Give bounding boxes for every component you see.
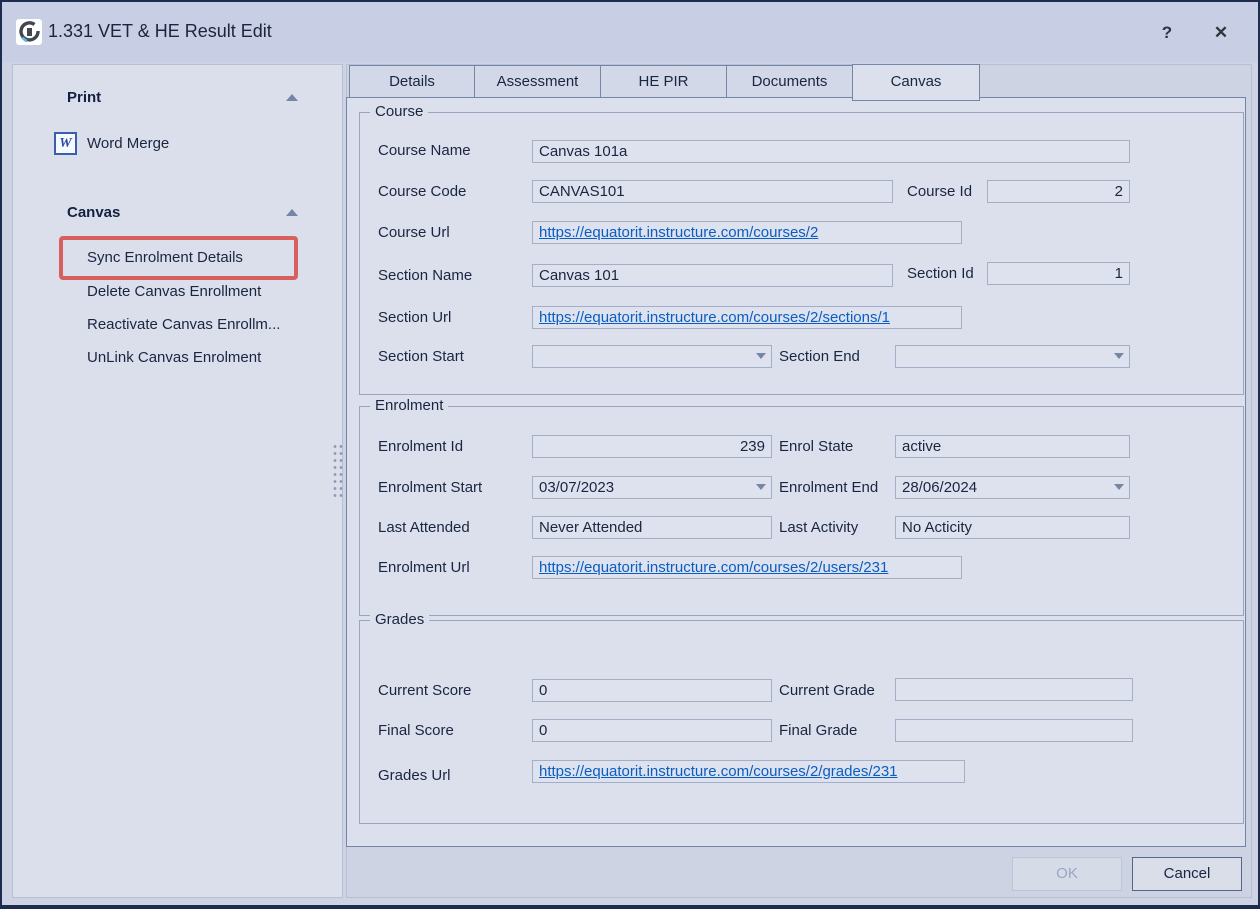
dialog-vet-he-result-edit: 1.331 VET & HE Result Edit ? ✕ Print W W… <box>0 0 1260 909</box>
final-grade-input[interactable] <box>895 719 1133 742</box>
label-enrolment-end: Enrolment End <box>779 479 878 496</box>
section-id-input[interactable]: 1 <box>987 262 1130 285</box>
section-url-link[interactable]: https://equatorit.instructure.com/course… <box>539 309 890 326</box>
enrolment-url-field: https://equatorit.instructure.com/course… <box>532 556 962 579</box>
section-start-combo[interactable] <box>532 345 772 368</box>
last-attended-input[interactable]: Never Attended <box>532 516 772 539</box>
label-section-name: Section Name <box>378 267 472 284</box>
groupbox-grades-legend: Grades <box>370 611 429 628</box>
label-last-attended: Last Attended <box>378 519 470 536</box>
sidebar-item-unlink-canvas-enrolment[interactable]: UnLink Canvas Enrolment <box>87 349 261 366</box>
label-section-end: Section End <box>779 348 860 365</box>
label-enrol-state: Enrol State <box>779 438 853 455</box>
chevron-up-icon[interactable] <box>286 94 298 101</box>
sidebar-item-word-merge[interactable]: Word Merge <box>87 135 169 152</box>
current-score-input[interactable]: 0 <box>532 679 772 702</box>
sidebar <box>12 64 343 898</box>
enrolment-id-input[interactable]: 239 <box>532 435 772 458</box>
label-enrolment-url: Enrolment Url <box>378 559 470 576</box>
label-section-url: Section Url <box>378 309 451 326</box>
grades-url-field: https://equatorit.instructure.com/course… <box>532 760 965 783</box>
tab-documents[interactable]: Documents <box>726 65 853 98</box>
label-section-start: Section Start <box>378 348 464 365</box>
ok-button[interactable]: OK <box>1012 857 1122 891</box>
current-grade-input[interactable] <box>895 678 1133 701</box>
help-button[interactable]: ? <box>1154 20 1180 46</box>
enrolment-start-combo[interactable]: 03/07/2023 <box>532 476 772 499</box>
title-bar: 1.331 VET & HE Result Edit ? ✕ <box>2 2 1258 62</box>
label-final-grade: Final Grade <box>779 722 857 739</box>
label-section-id: Section Id <box>907 265 974 282</box>
final-score-input[interactable]: 0 <box>532 719 772 742</box>
section-name-input[interactable]: Canvas 101 <box>532 264 893 287</box>
enrol-state-input[interactable]: active <box>895 435 1130 458</box>
groupbox-enrolment-legend: Enrolment <box>370 397 448 414</box>
close-button[interactable]: ✕ <box>1208 20 1234 46</box>
chevron-down-icon <box>1114 353 1124 359</box>
sidebar-item-reactivate-canvas-enrollment[interactable]: Reactivate Canvas Enrollm... <box>87 316 280 333</box>
course-url-field: https://equatorit.instructure.com/course… <box>532 221 962 244</box>
tab-assessment[interactable]: Assessment <box>474 65 601 98</box>
sidebar-section-print[interactable]: Print <box>67 89 101 106</box>
label-enrolment-start: Enrolment Start <box>378 479 482 496</box>
chevron-down-icon <box>1114 484 1124 490</box>
label-last-activity: Last Activity <box>779 519 858 536</box>
sidebar-item-sync-enrolment-details[interactable]: Sync Enrolment Details <box>87 249 243 266</box>
section-url-field: https://equatorit.instructure.com/course… <box>532 306 962 329</box>
chevron-down-icon <box>756 353 766 359</box>
splitter-grip[interactable] <box>332 443 345 499</box>
label-current-grade: Current Grade <box>779 682 875 699</box>
tab-details[interactable]: Details <box>349 65 475 98</box>
cancel-button[interactable]: Cancel <box>1132 857 1242 891</box>
label-course-name: Course Name <box>378 142 471 159</box>
section-end-combo[interactable] <box>895 345 1130 368</box>
enrolment-end-value: 28/06/2024 <box>902 479 977 496</box>
tab-he-pir[interactable]: HE PIR <box>600 65 727 98</box>
label-course-url: Course Url <box>378 224 450 241</box>
course-url-link[interactable]: https://equatorit.instructure.com/course… <box>539 224 818 241</box>
sidebar-item-delete-canvas-enrollment[interactable]: Delete Canvas Enrollment <box>87 283 261 300</box>
course-code-input[interactable]: CANVAS101 <box>532 180 893 203</box>
course-id-input[interactable]: 2 <box>987 180 1130 203</box>
label-grades-url: Grades Url <box>378 767 451 784</box>
tab-canvas[interactable]: Canvas <box>852 64 980 101</box>
app-icon <box>16 19 42 45</box>
enrolment-start-value: 03/07/2023 <box>539 479 614 496</box>
label-enrolment-id: Enrolment Id <box>378 438 463 455</box>
word-icon: W <box>54 132 77 155</box>
last-activity-input[interactable]: No Acticity <box>895 516 1130 539</box>
enrolment-url-link[interactable]: https://equatorit.instructure.com/course… <box>539 559 888 576</box>
course-name-input[interactable]: Canvas 101a <box>532 140 1130 163</box>
window-title: 1.331 VET & HE Result Edit <box>48 21 272 42</box>
enrolment-end-combo[interactable]: 28/06/2024 <box>895 476 1130 499</box>
sidebar-section-canvas[interactable]: Canvas <box>67 204 120 221</box>
chevron-down-icon <box>756 484 766 490</box>
label-current-score: Current Score <box>378 682 471 699</box>
label-final-score: Final Score <box>378 722 454 739</box>
label-course-id: Course Id <box>907 183 972 200</box>
label-course-code: Course Code <box>378 183 466 200</box>
chevron-up-icon[interactable] <box>286 209 298 216</box>
groupbox-course-legend: Course <box>370 103 428 120</box>
grades-url-link[interactable]: https://equatorit.instructure.com/course… <box>539 763 898 780</box>
